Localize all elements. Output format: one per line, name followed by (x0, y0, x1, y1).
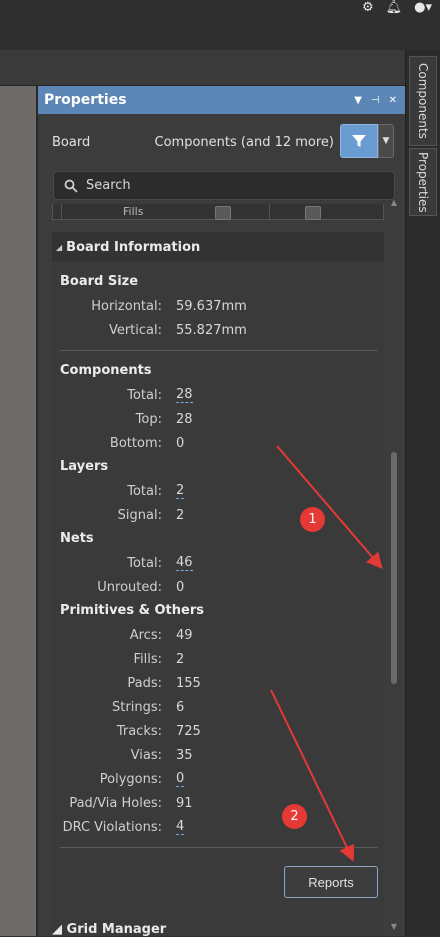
layers-total-link[interactable]: 2 (176, 483, 185, 499)
info-row: Vias: 35 (130, 747, 193, 763)
filter-button[interactable] (340, 124, 378, 158)
divider (60, 350, 378, 351)
fills-row: Fills (52, 204, 384, 220)
info-row: Bottom: 0 (109, 435, 185, 451)
nets-total-link[interactable]: 46 (176, 555, 193, 571)
section-board-information[interactable]: ◢ Board Information (52, 232, 384, 262)
group-nets: Nets (60, 531, 94, 546)
selection-filter-label[interactable]: Components (and 12 more) (155, 135, 334, 150)
filter-row: Board Components (and 12 more) ▼ (52, 124, 394, 160)
rail-tab-components[interactable]: Components (409, 56, 437, 146)
info-row: Strings: 6 (112, 699, 185, 715)
properties-content: Fills ◢ Board Information Board Size Hor… (52, 204, 384, 936)
group-layers: Layers (60, 459, 109, 474)
collapse-triangle-icon: ◢ (56, 242, 63, 252)
rail-tab-properties[interactable]: Properties (409, 148, 437, 216)
search-input[interactable] (86, 178, 386, 193)
fills-toggle[interactable] (305, 206, 321, 220)
pin-icon[interactable]: ⊣ (371, 95, 380, 106)
panel-title: Properties (44, 92, 127, 108)
annotation-badge-2: 2 (282, 804, 307, 829)
info-row: Pad/Via Holes: 91 (69, 795, 193, 811)
bell-icon[interactable]: 🔔︎ (386, 0, 403, 15)
info-row: Signal: 2 (117, 507, 185, 523)
drc-violations-link[interactable]: 4 (176, 819, 185, 835)
info-row: Pads: 155 (127, 675, 201, 691)
info-row: Arcs: 49 (129, 627, 193, 643)
top-icons: ⚙ 🔔︎ ●▾ (362, 0, 432, 15)
group-components: Components (60, 363, 152, 378)
annotation-badge-1: 1 (300, 507, 325, 532)
info-row: Unrouted: 0 (97, 579, 185, 595)
info-row: Fills: 2 (133, 651, 185, 667)
scroll-down-icon[interactable]: ▼ (388, 922, 400, 931)
scroll-thumb[interactable] (391, 452, 397, 684)
properties-panel: Properties ▼ ⊣ ✕ Board Components (and 1… (37, 86, 405, 937)
fills-checkbox[interactable] (215, 206, 231, 220)
fills-label: Fills (123, 205, 144, 218)
info-row: Horizontal: 59.637mm (91, 298, 247, 314)
top-toolbar: ⚙ 🔔︎ ●▾ (0, 0, 440, 50)
scroll-up-icon[interactable]: ▲ (388, 198, 400, 207)
right-panel-rail: Components Properties (405, 50, 440, 936)
info-row: Total: 28 (127, 387, 193, 403)
search-icon (64, 179, 78, 193)
filter-icon (352, 135, 366, 147)
divider (60, 847, 378, 848)
document-tab-bar (0, 50, 405, 86)
components-total-link[interactable]: 28 (176, 387, 193, 403)
info-row: Polygons: 0 (99, 771, 185, 787)
close-icon[interactable]: ✕ (389, 95, 397, 106)
info-row: Total: 2 (127, 483, 185, 499)
reports-button[interactable]: Reports (284, 866, 378, 898)
filter-dropdown-icon[interactable]: ▼ (378, 124, 394, 158)
group-primitives: Primitives & Others (60, 603, 204, 618)
search-box[interactable] (53, 171, 395, 200)
board-info-body: Board Size Horizontal: 59.637mm Vertical:… (52, 262, 384, 936)
panel-menu-icon[interactable]: ▼ (354, 95, 362, 106)
section-title: Board Information (66, 239, 201, 255)
section-grid-manager[interactable]: ◢ Grid Manager (52, 922, 166, 937)
user-icon[interactable]: ●▾ (414, 0, 432, 15)
polygons-link[interactable]: 0 (176, 771, 185, 787)
gear-icon[interactable]: ⚙ (362, 0, 374, 15)
panel-header: Properties ▼ ⊣ ✕ (38, 86, 405, 114)
info-row: DRC Violations: 4 (62, 819, 185, 835)
object-type-label: Board (52, 134, 91, 150)
info-row: Top: 28 (135, 411, 193, 427)
panel-scrollbar[interactable]: ▲ ▼ (388, 198, 400, 936)
info-row: Total: 46 (127, 555, 193, 571)
group-board-size: Board Size (60, 274, 139, 289)
info-row: Vertical: 55.827mm (108, 322, 247, 338)
pcb-canvas[interactable] (0, 86, 37, 936)
info-row: Tracks: 725 (116, 723, 201, 739)
